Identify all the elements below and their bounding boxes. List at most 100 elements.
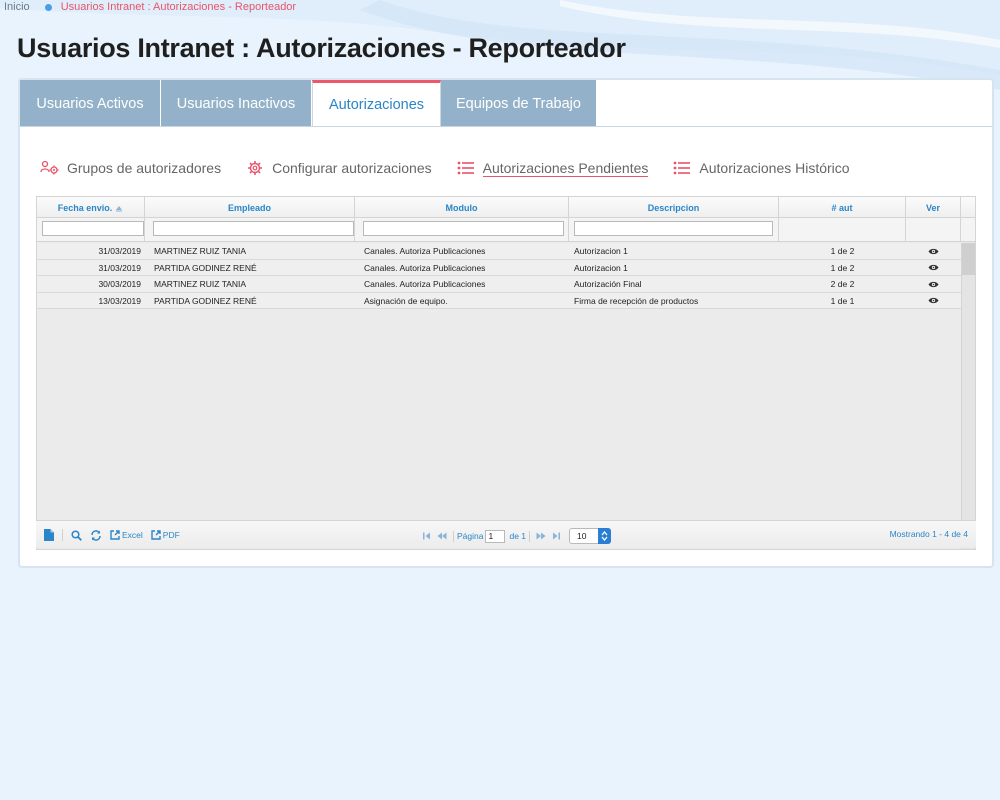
table-row[interactable]: 31/03/2019 PARTIDA GODINEZ RENÉ Canales.… — [37, 259, 961, 276]
list-icon — [672, 159, 692, 177]
cell-modulo: Canales. Autoriza Publicaciones — [364, 246, 486, 256]
grid-filter-row — [37, 218, 975, 242]
pager-navigation: Página 1 de 1 10 — [420, 528, 612, 544]
breadcrumb: Inicio Usuarios Intranet : Autorizacione… — [4, 0, 296, 14]
search-icon[interactable] — [71, 529, 82, 541]
cell-fecha: 13/03/2019 — [98, 295, 141, 306]
external-link-icon — [151, 530, 161, 540]
configure-link[interactable]: Configurar autorizaciones — [245, 159, 432, 177]
page-size-select[interactable]: 10 — [569, 528, 612, 544]
eye-icon[interactable] — [906, 243, 961, 259]
tab-equipos-de-trabajo[interactable]: Equipos de Trabajo — [441, 80, 597, 127]
col-header-empleado-label: Empleado — [227, 202, 271, 213]
col-header-modulo[interactable]: Modulo — [355, 197, 569, 217]
grid-body: 31/03/2019 MARTINEZ RUIZ TANIA Canales. … — [37, 243, 961, 309]
table-row[interactable]: 13/03/2019 PARTIDA GODINEZ RENÉ Asignaci… — [37, 292, 961, 309]
cell-aut: 2 de 2 — [830, 279, 855, 289]
table-row[interactable]: 31/03/2019 MARTINEZ RUIZ TANIA Canales. … — [37, 243, 961, 260]
page-size-value: 10 — [577, 531, 587, 541]
page-title: Usuarios Intranet : Autorizaciones - Rep… — [17, 33, 626, 63]
next-page-icon[interactable] — [536, 532, 546, 540]
cell-modulo: Asignación de equipo. — [364, 295, 448, 306]
authorizations-grid: Fecha envio. Empleado Modulo Descripcion… — [36, 196, 976, 550]
history-link-label: Autorizaciones Histórico — [699, 160, 850, 176]
excel-export-button[interactable]: Excel — [110, 530, 143, 540]
breadcrumb-home[interactable]: Inicio — [4, 1, 30, 13]
cell-aut: 1 de 1 — [830, 295, 855, 306]
col-header-descripcion-label: Descripcion — [647, 202, 700, 213]
cell-descripcion: Autorizacion 1 — [574, 262, 628, 273]
tabs-divider — [20, 126, 992, 127]
pdf-export-button[interactable]: PDF — [151, 530, 180, 540]
col-header-aut-label: # aut — [831, 202, 853, 213]
breadcrumb-current: Usuarios Intranet : Autorizaciones - Rep… — [60, 1, 297, 13]
pending-link-label: Autorizaciones Pendientes — [482, 159, 649, 177]
page-number-input[interactable]: 1 — [485, 529, 506, 543]
cell-aut: 1 de 2 — [830, 246, 855, 256]
col-header-descripcion[interactable]: Descripcion — [569, 197, 779, 217]
pdf-label: PDF — [162, 530, 180, 540]
new-document-icon[interactable] — [44, 529, 54, 541]
table-row[interactable]: 30/03/2019 MARTINEZ RUIZ TANIA Canales. … — [37, 276, 961, 293]
filter-cell-empleado — [145, 218, 355, 241]
first-page-icon[interactable] — [423, 532, 431, 540]
filter-fecha-input[interactable] — [42, 221, 144, 236]
col-header-ver[interactable]: Ver — [906, 197, 961, 217]
filter-cell-modulo — [355, 218, 569, 241]
users-gear-icon — [40, 159, 60, 177]
filter-cell-aut — [779, 218, 906, 241]
cell-descripcion: Firma de recepción de productos — [574, 295, 699, 306]
excel-label: Excel — [122, 530, 143, 540]
tab-autorizaciones[interactable]: Autorizaciones — [312, 80, 441, 127]
grid-scrollbar[interactable] — [961, 243, 975, 549]
grid-pager: Excel PDF Página 1 de 1 10 Mostrando 1 -… — [36, 520, 976, 548]
sort-asc-icon — [115, 204, 123, 212]
pending-link[interactable]: Autorizaciones Pendientes — [456, 159, 649, 177]
tab-bar: Usuarios Activos Usuarios Inactivos Auto… — [20, 80, 597, 127]
previous-page-icon[interactable] — [437, 532, 447, 540]
filter-cell-fecha — [37, 218, 145, 241]
groups-link[interactable]: Grupos de autorizadores — [40, 159, 221, 177]
cell-empleado: MARTINEZ RUIZ TANIA — [154, 246, 247, 256]
grid-scrollbar-thumb[interactable] — [962, 243, 975, 275]
pager-actions: Excel PDF — [44, 529, 188, 541]
col-header-modulo-label: Modulo — [445, 202, 478, 213]
cell-fecha: 31/03/2019 — [98, 246, 141, 256]
col-header-fecha[interactable]: Fecha envio. — [37, 197, 145, 217]
pager-divider — [529, 530, 531, 542]
cell-modulo: Canales. Autoriza Publicaciones — [364, 279, 486, 289]
list-icon — [456, 159, 476, 177]
eye-icon[interactable] — [906, 260, 961, 276]
breadcrumb-separator-icon — [44, 3, 52, 11]
cell-fecha: 31/03/2019 — [98, 262, 141, 273]
cell-modulo: Canales. Autoriza Publicaciones — [364, 262, 486, 273]
report-toolbar: Grupos de autorizadores Configurar autor… — [40, 158, 874, 178]
page-count-label: de 1 — [509, 531, 527, 541]
refresh-icon[interactable] — [90, 529, 102, 541]
gear-icon — [245, 159, 265, 177]
records-summary: Mostrando 1 - 4 de 4 — [889, 529, 968, 539]
cell-fecha: 30/03/2019 — [98, 279, 141, 289]
tab-usuarios-inactivos[interactable]: Usuarios Inactivos — [161, 80, 312, 127]
history-link[interactable]: Autorizaciones Histórico — [672, 159, 850, 177]
page-label: Página — [457, 531, 484, 541]
cell-empleado: MARTINEZ RUIZ TANIA — [154, 279, 247, 289]
cell-empleado: PARTIDA GODINEZ RENÉ — [154, 262, 257, 273]
filter-descripcion-input[interactable] — [574, 221, 773, 236]
grid-header-row: Fecha envio. Empleado Modulo Descripcion… — [37, 197, 975, 218]
configure-link-label: Configurar autorizaciones — [272, 160, 432, 176]
last-page-icon[interactable] — [552, 532, 561, 540]
filter-modulo-input[interactable] — [363, 221, 564, 236]
tab-usuarios-activos[interactable]: Usuarios Activos — [20, 80, 161, 127]
eye-icon[interactable] — [906, 293, 961, 309]
eye-icon[interactable] — [906, 276, 961, 292]
col-header-aut[interactable]: # aut — [779, 197, 906, 217]
select-arrows-icon — [598, 528, 612, 544]
filter-empleado-input[interactable] — [153, 221, 354, 236]
main-card: Usuarios Activos Usuarios Inactivos Auto… — [18, 78, 994, 568]
filter-cell-ver — [906, 218, 961, 241]
filter-cell-descripcion — [569, 218, 779, 241]
col-header-empleado[interactable]: Empleado — [145, 197, 355, 217]
pager-divider — [62, 529, 63, 541]
cell-empleado: PARTIDA GODINEZ RENÉ — [154, 295, 257, 306]
